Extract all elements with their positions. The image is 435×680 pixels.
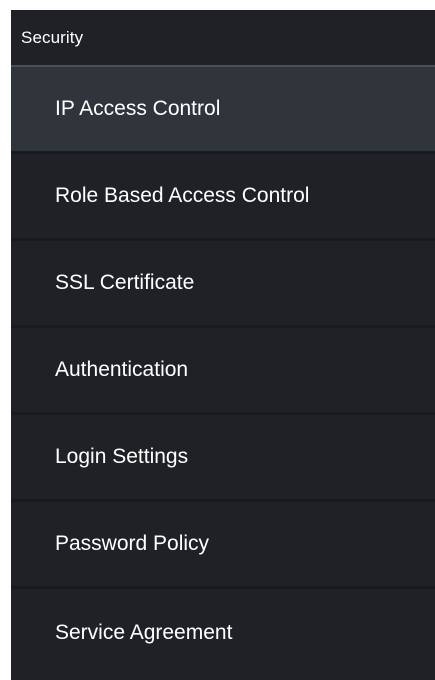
sidebar-item-label: Password Policy <box>55 532 210 555</box>
sidebar-item-service-agreement[interactable]: Service Agreement <box>11 589 435 676</box>
sidebar-item-password-policy[interactable]: Password Policy <box>11 502 435 589</box>
sidebar-item-label: SSL Certificate <box>55 271 195 294</box>
section-title: Security <box>11 10 435 67</box>
sidebar-item-label: Service Agreement <box>55 620 233 644</box>
sidebar-item-ip-access-control[interactable]: IP Access Control <box>11 67 435 154</box>
sidebar-item-label: Role Based Access Control <box>55 184 310 207</box>
sidebar-item-label: Authentication <box>55 358 189 381</box>
security-menu: IP Access Control Role Based Access Cont… <box>11 67 435 676</box>
sidebar-item-role-based-access-control[interactable]: Role Based Access Control <box>11 154 435 241</box>
sidebar-item-label: IP Access Control <box>55 97 221 120</box>
sidebar-item-label: Login Settings <box>55 445 189 468</box>
sidebar-item-ssl-certificate[interactable]: SSL Certificate <box>11 241 435 328</box>
sidebar-item-login-settings[interactable]: Login Settings <box>11 415 435 502</box>
sidebar-item-authentication[interactable]: Authentication <box>11 328 435 415</box>
security-sidebar: Security IP Access Control Role Based Ac… <box>11 10 435 680</box>
